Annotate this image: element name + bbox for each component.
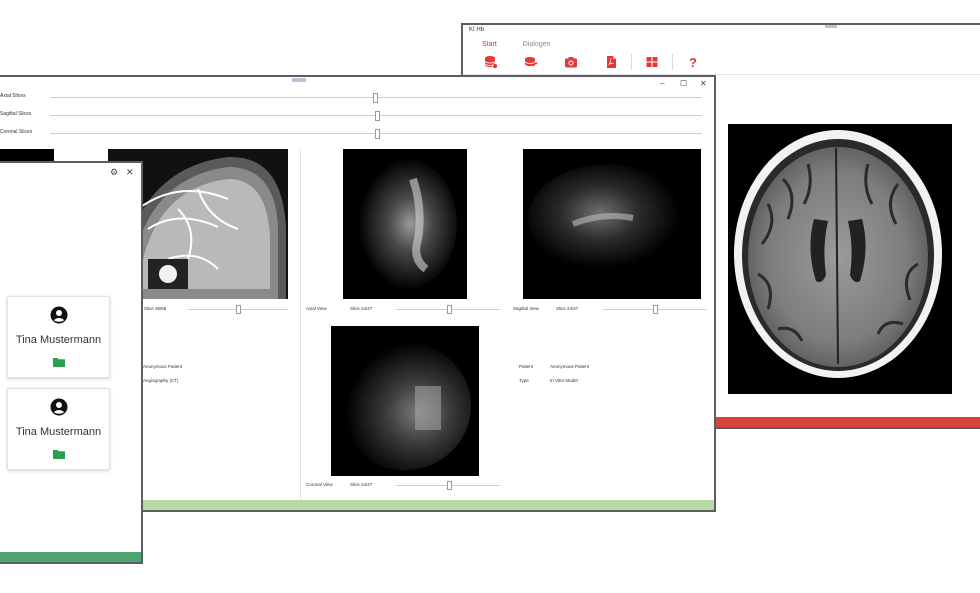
ribbon-toolbar: ? xyxy=(463,50,980,75)
ribbon-tabs: Start Dialogen xyxy=(463,39,980,50)
tab-dialogen[interactable]: Dialogen xyxy=(523,39,551,50)
coronal-view-image[interactable] xyxy=(331,326,479,476)
coronal-slider-thumb[interactable] xyxy=(375,129,380,139)
drag-handle[interactable] xyxy=(825,25,837,28)
axial-slice-label: Slice 24/47 xyxy=(350,306,373,311)
left-slice-thumb[interactable] xyxy=(236,305,241,314)
camera-icon xyxy=(565,57,577,68)
ct-axial-image[interactable] xyxy=(728,124,952,394)
close-button[interactable]: ✕ xyxy=(700,79,707,88)
maximize-button[interactable]: ☐ xyxy=(680,79,687,88)
sagittal-view-image[interactable] xyxy=(523,149,701,299)
coronal-slice-label: Slice 24/47 xyxy=(350,482,373,487)
folder-icon[interactable] xyxy=(53,449,65,459)
layout-button[interactable] xyxy=(632,50,672,74)
axial-slider-row: Axial Slices xyxy=(0,89,714,107)
patient-list-window: ⚙ ✕ Tina Mustermann Tina Mustermann xyxy=(0,161,143,564)
axial-slider-thumb[interactable] xyxy=(373,93,378,103)
title-bar: KI Hb xyxy=(463,25,980,39)
column-divider xyxy=(300,149,301,507)
axial-scan xyxy=(353,158,457,290)
layout-grid-icon xyxy=(646,57,658,67)
database-add-icon xyxy=(484,56,498,69)
coronal-slider-row: Coronal Slices xyxy=(0,125,714,143)
type-key: Type xyxy=(519,378,529,383)
sagittal-slider-row: Sagittal Slices xyxy=(0,107,714,125)
sync-database-button[interactable] xyxy=(511,50,551,74)
patient-name: Tina Mustermann xyxy=(15,334,102,346)
axial-view-name: Axial View xyxy=(306,306,327,311)
left-info-patient: Anonymous Patient xyxy=(143,364,183,369)
patient-name: Tina Mustermann xyxy=(15,426,102,438)
sagittal-slice-thumb[interactable] xyxy=(653,305,658,314)
settings-button[interactable]: ⚙ xyxy=(110,167,118,178)
sagittal-slider-thumb[interactable] xyxy=(375,111,380,121)
minimize-button[interactable]: – xyxy=(660,79,664,88)
drag-handle[interactable] xyxy=(292,78,306,82)
export-pdf-button[interactable] xyxy=(591,50,631,74)
patient-card[interactable]: Tina Mustermann xyxy=(7,296,110,378)
import-database-button[interactable] xyxy=(471,50,511,74)
patient-card[interactable]: Tina Mustermann xyxy=(7,388,110,470)
axial-view-image[interactable] xyxy=(343,149,467,299)
account-circle-icon xyxy=(50,398,68,416)
sagittal-slider-label: Sagittal Slices xyxy=(0,111,32,117)
left-info-type: Angiography (CT) xyxy=(143,378,179,383)
title-bar: – ☐ ✕ xyxy=(0,77,714,89)
help-button[interactable]: ? xyxy=(673,50,713,74)
type-value: In Vitro Model xyxy=(550,378,578,383)
brain-ct-scan xyxy=(734,130,942,378)
status-bar xyxy=(0,552,141,562)
window-title: KI Hb xyxy=(469,27,485,33)
pdf-file-icon xyxy=(607,56,616,68)
sagittal-scan xyxy=(528,164,688,274)
coronal-scan xyxy=(339,342,471,470)
account-circle-icon xyxy=(50,306,68,324)
coronal-slice-thumb[interactable] xyxy=(447,481,452,490)
close-button[interactable]: ✕ xyxy=(126,167,134,178)
screenshot-button[interactable] xyxy=(551,50,591,74)
coronal-view-name: Coronal View xyxy=(306,482,333,487)
left-slice-label: Slice 36/56 xyxy=(144,306,167,311)
patient-key: Patient xyxy=(519,364,534,369)
axial-slice-thumb[interactable] xyxy=(447,305,452,314)
axial-slider-label: Axial Slices xyxy=(0,93,26,99)
folder-icon[interactable] xyxy=(53,357,65,367)
patient-value: Anonymous Patient xyxy=(550,364,590,369)
sagittal-slice-label: Slice 24/47 xyxy=(556,306,579,311)
database-sync-icon xyxy=(524,57,538,67)
help-icon: ? xyxy=(689,54,697,70)
coronal-slider-label: Coronal Slices xyxy=(0,129,33,135)
tab-start[interactable]: Start xyxy=(482,39,497,50)
sagittal-view-name: Sagittal View xyxy=(513,306,539,311)
